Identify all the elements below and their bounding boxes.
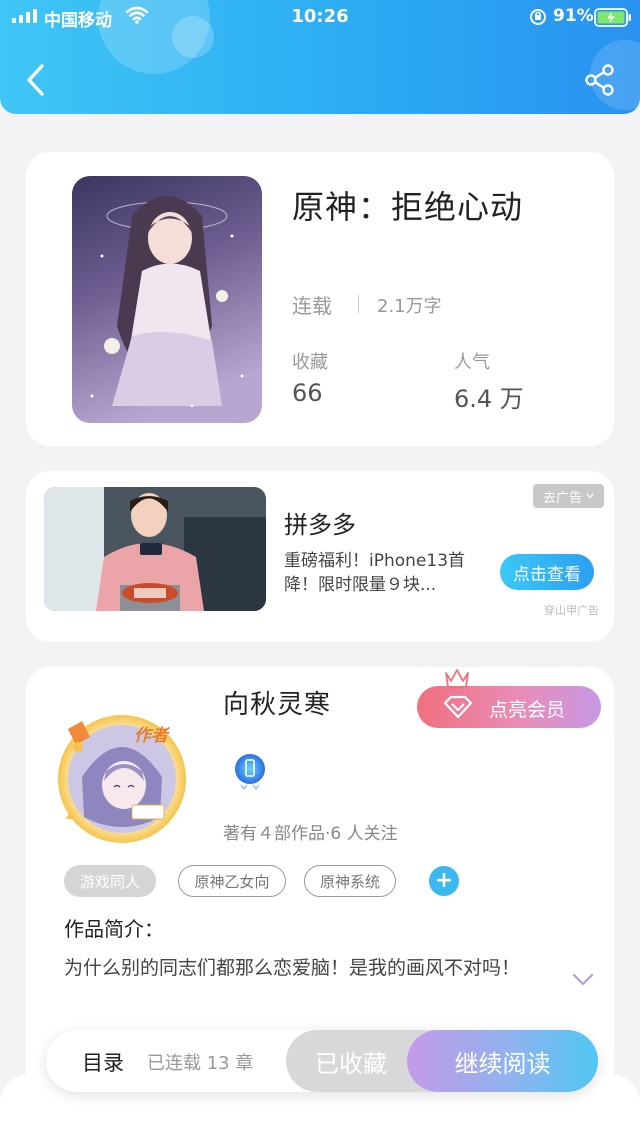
app-header: 中国移动 10:26 91% [0, 0, 640, 114]
intro-label: 作品简介： [64, 917, 164, 941]
activate-vip-button[interactable]: 点亮会员 [417, 686, 601, 728]
book-title: 原神：拒绝心动 [292, 188, 524, 226]
author-name: 向秋灵寒 [223, 690, 332, 720]
author-level-icon [233, 751, 267, 791]
ad-source: 穿山甲广告 [544, 604, 599, 617]
author-badge-label: 作者 [134, 726, 168, 746]
chevron-down-icon [586, 493, 594, 499]
diamond-icon [443, 695, 473, 719]
chevron-down-icon[interactable] [572, 973, 594, 987]
tag-game-fanfic[interactable]: 游戏同人 [64, 865, 156, 897]
add-tag-button[interactable]: + [429, 866, 459, 896]
table-of-contents-button[interactable]: 目录 [82, 1047, 124, 1077]
crown-icon [445, 669, 469, 688]
tag-genshin-system[interactable]: 原神系统 [304, 865, 396, 897]
author-avatar[interactable]: 作者 [52, 707, 192, 847]
vip-label: 点亮会员 [489, 699, 566, 721]
popularity-value: 6.4 万 [454, 385, 524, 413]
divider [358, 295, 359, 313]
share-button[interactable] [583, 63, 617, 97]
book-cover-image[interactable] [72, 176, 262, 423]
favorites-value: 66 [292, 379, 323, 407]
ad-image[interactable] [44, 487, 266, 611]
chapter-count: 已连载 13 章 [147, 1053, 254, 1074]
battery-percent: 91% [553, 6, 594, 26]
battery-icon [594, 8, 632, 32]
continue-reading-button[interactable]: 继续阅读 [407, 1030, 598, 1092]
status-bar: 中国移动 10:26 91% [0, 0, 640, 34]
share-icon [585, 64, 614, 96]
intro-text: 为什么别的同志们都那么恋爱脑！是我的画风不对吗！ [64, 957, 521, 979]
book-info-card: 原神：拒绝心动 连载 2.1万字 收藏 66 人气 6.4 万 [26, 152, 614, 446]
ad-brand: 拼多多 [284, 511, 356, 539]
chevron-left-icon [27, 64, 44, 96]
remove-ad-label: 去广告 [542, 490, 582, 506]
plus-icon: + [434, 868, 454, 893]
popularity-label: 人气 [454, 352, 490, 373]
author-stats: 著有４部作品·6 人关注 [223, 824, 398, 844]
remove-ad-button[interactable]: 去广告 [533, 484, 604, 508]
word-count: 2.1万字 [377, 296, 442, 317]
orientation-lock-icon [528, 7, 548, 32]
back-button[interactable] [22, 62, 50, 98]
ad-view-button[interactable]: 点击查看 [500, 554, 594, 590]
favorites-label: 收藏 [292, 352, 328, 373]
tag-genshin-otome[interactable]: 原神乙女向 [178, 865, 286, 897]
serial-status: 连载 [292, 294, 332, 318]
bottom-action-bar: 目录 已连载 13 章 已收藏 继续阅读 [46, 1030, 598, 1092]
ad-text: 重磅福利！iPhone13首降！限时限量９块... [284, 551, 466, 595]
ad-card[interactable]: 拼多多 重磅福利！iPhone13首降！限时限量９块... 去广告 点击查看 穿… [26, 471, 614, 642]
